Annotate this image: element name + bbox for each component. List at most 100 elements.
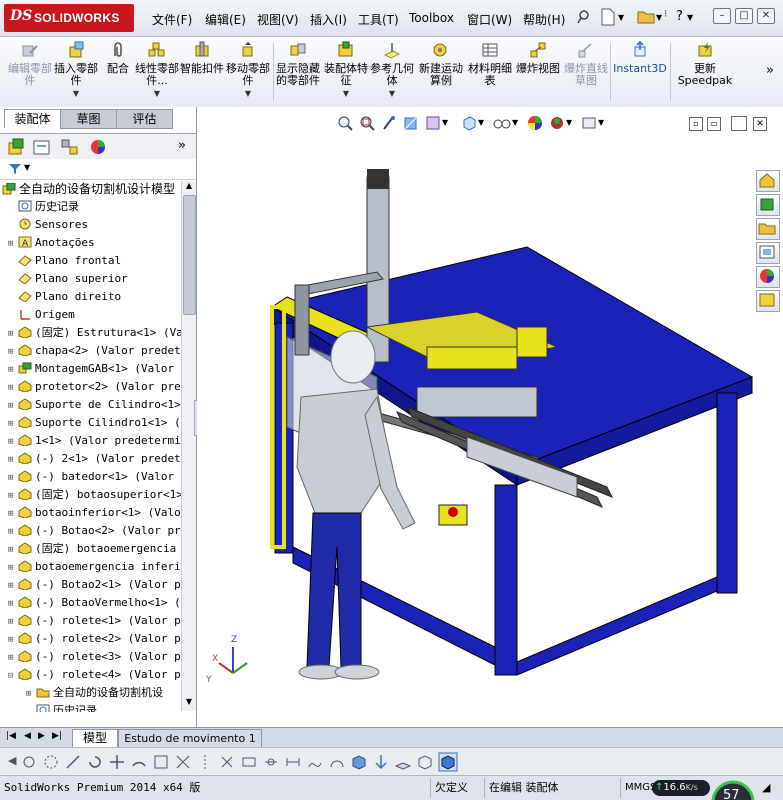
tree-item[interactable]: ⊞ botaoemergencia inferic [8,558,182,576]
explode-line-sketch-button[interactable]: 爆炸直线草图 [562,39,610,105]
new-document-icon[interactable] [601,8,615,26]
menu-toolbox[interactable]: Toolbox [409,11,454,25]
minimize-button[interactable]: – [713,8,731,24]
line-icon[interactable] [64,753,82,771]
expand-toggle[interactable]: ⊞ [8,343,18,361]
cut-icon[interactable] [218,753,236,771]
chevron-down-icon[interactable]: ▼ [368,88,416,100]
expand-toggle[interactable]: ⊞ [8,325,18,343]
tree-item[interactable]: Plano direito [8,288,121,306]
viewport-restore-button[interactable] [731,116,747,131]
tree-item[interactable]: ⊞ (-) Botao2<1> (Valor pr [8,576,182,594]
scroll-down-arrow[interactable]: ▼ [183,697,195,709]
expand-toggle[interactable]: ⊞ [26,685,36,703]
triad-move-icon[interactable] [372,753,390,771]
prev-tab-arrow[interactable]: ◀ [24,731,31,741]
tree-item[interactable]: ⊞ (-) batedor<1> (Valor p [8,468,182,486]
task-pane-appearances-button[interactable] [756,266,780,288]
chevron-down-icon[interactable]: ▼ [512,118,518,127]
task-pane-custom-properties-button[interactable] [756,290,780,312]
tree-item[interactable]: ⊞ 1<1> (Valor predetermin [8,432,182,450]
tree-item[interactable]: Origem [8,306,75,324]
smart-fasteners-button[interactable]: 智能扣件 [178,39,226,105]
expand-toggle[interactable]: ⊞ [8,397,18,415]
chevron-down-icon[interactable]: ▼ [133,88,181,100]
task-pane-view-palette-button[interactable] [756,242,780,264]
expand-toggle[interactable]: ⊞ [8,613,18,631]
expand-toggle[interactable]: ⊞ [8,379,18,397]
chevron-down-icon[interactable]: ▼ [442,118,448,127]
roll-icon[interactable] [130,753,148,771]
plane-icon[interactable] [394,753,412,771]
tree-item[interactable]: ⊞ Suporte Cilindro1<1> (V [8,414,182,432]
chevron-down-icon[interactable]: ▼ [687,13,693,22]
assembly-features-button[interactable]: 装配体特征 ▼ [322,39,370,105]
tab-assembly[interactable]: 装配体 [4,109,61,128]
menu-tools[interactable]: 工具(T) [358,11,399,28]
feature-manager-tree-icon[interactable] [6,138,26,156]
active-view-cube-icon[interactable] [438,752,458,772]
tree-item[interactable]: ⊞ MontagemGAB<1> (Valor p [8,360,182,378]
tree-item[interactable]: ⊞ botaoinferior<1> (Valor [8,504,182,522]
close-button[interactable]: ✕ [757,8,775,24]
menu-view[interactable]: 视图(V) [257,11,299,28]
tab-model[interactable]: 模型 [72,729,118,748]
menu-window[interactable]: 窗口(W) [467,11,512,28]
scroll-up-arrow[interactable]: ▲ [183,181,195,193]
tab-evaluate[interactable]: 评估 [116,109,173,129]
relations-icon[interactable] [262,753,280,771]
chevron-down-icon[interactable]: ▼ [322,88,370,100]
exploded-view-button[interactable]: 爆炸视图 [514,39,562,105]
filter-icon[interactable] [8,163,22,175]
section-view-icon[interactable] [403,115,419,131]
maximize-button[interactable]: □ [735,8,753,24]
assembly-model-render[interactable] [257,167,757,707]
first-tab-arrow[interactable]: |◀ [6,731,16,741]
chevron-down-icon[interactable]: ▼ [52,88,100,100]
panel-more-button[interactable]: » [178,138,186,153]
pan-icon[interactable] [108,753,126,771]
arc-icon[interactable] [328,753,346,771]
point-icon[interactable] [42,753,60,771]
expand-toggle[interactable]: ⊞ [8,523,18,541]
previous-view-icon[interactable] [381,115,397,131]
chevron-down-icon[interactable]: ▼ [224,88,272,100]
edit-component-button[interactable]: 编辑零部件 [6,39,54,105]
reference-geometry-button[interactable]: 参考几何体 ▼ [368,39,416,105]
tree-item[interactable]: ⊞ (-) 2<1> (Valor predete [8,450,182,468]
spline-icon[interactable] [306,753,324,771]
view-orientation-icon[interactable] [461,115,477,131]
tree-item[interactable]: ⊞ (固定) botaosuperior<1> [8,486,182,504]
viewport-close-button[interactable]: ✕ [753,117,767,131]
task-pane-home-button[interactable] [756,170,780,192]
linear-pattern-button[interactable]: 线性零部件... ▼ [133,39,181,105]
expand-toggle[interactable]: ⊞ [8,235,18,253]
sketch-icon[interactable] [152,753,170,771]
display-manager-icon[interactable] [88,138,108,156]
property-manager-icon[interactable] [32,138,52,156]
expand-toggle[interactable]: ⊞ [8,469,18,487]
scroll-thumb[interactable] [183,195,196,315]
show-hidden-components-button[interactable]: 显示隐藏的零部件 [274,39,322,105]
apply-scene-icon[interactable] [549,115,565,131]
expand-toggle[interactable]: ⊟ [8,667,18,685]
new-motion-study-button[interactable]: 新建运动算例 [417,39,465,105]
move-component-button[interactable]: 移动零部件 ▼ [224,39,272,105]
expand-toggle[interactable]: ⊞ [8,451,18,469]
tree-item[interactable]: ⊟ (-) rolete<4> (Valor pr [8,666,182,684]
edit-appearance-icon[interactable] [527,115,543,131]
expand-toggle[interactable]: ⊞ [8,361,18,379]
expand-toggle[interactable]: ⊞ [8,595,18,613]
zoom-to-area-icon[interactable] [359,115,375,131]
configuration-manager-icon[interactable] [60,138,80,156]
menu-insert[interactable]: 插入(I) [310,11,347,28]
expand-toggle[interactable]: ⊞ [8,487,18,505]
dynamic-annotation-icon[interactable] [425,115,441,131]
expand-toggle[interactable]: ⊞ [8,577,18,595]
tree-item[interactable]: ⊞ (-) rolete<1> (Valor pr [8,612,182,630]
tree-item[interactable]: 历史记录 [8,198,79,216]
menu-file[interactable]: 文件(F) [152,11,192,28]
expand-toggle[interactable]: ⊞ [8,631,18,649]
task-pane-file-explorer-button[interactable] [756,218,780,240]
tree-item[interactable]: 历史记录 [26,702,97,712]
